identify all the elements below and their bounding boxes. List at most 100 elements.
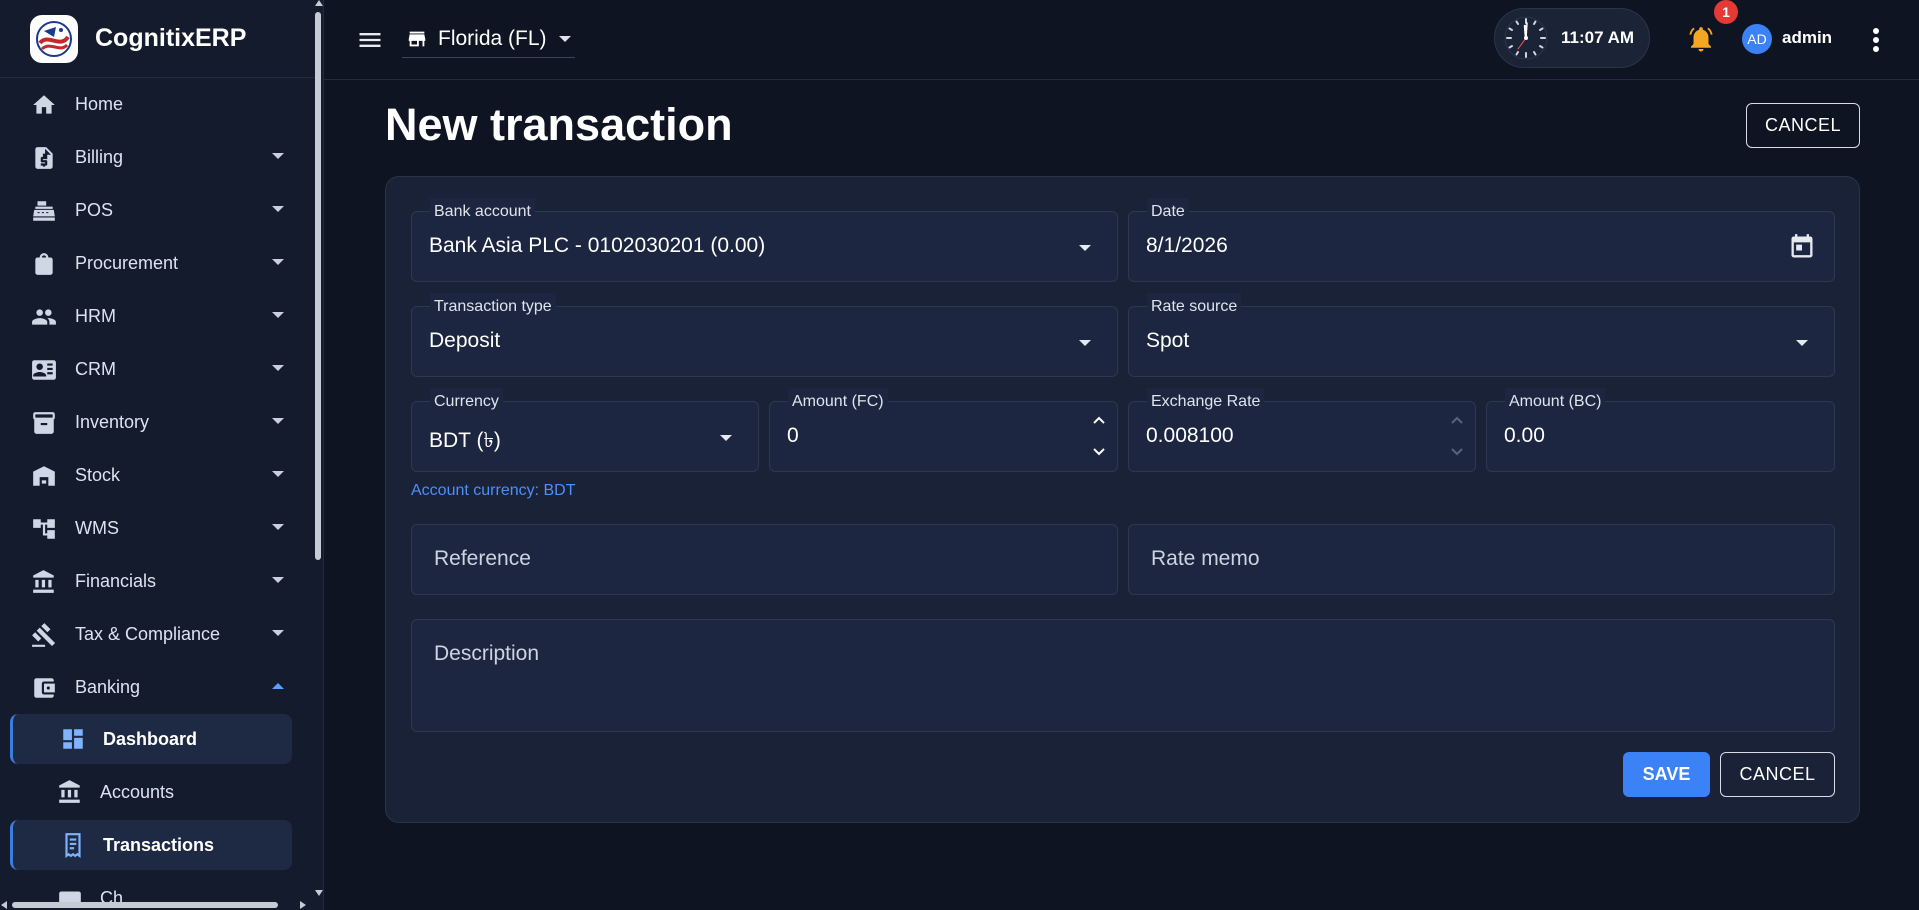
sidebar-item-label: WMS	[75, 518, 119, 538]
sidebar-subitem-dashboard[interactable]: Dashboard	[10, 714, 292, 764]
sidebar-item-label: CRM	[75, 359, 116, 379]
chevron-down-icon	[272, 312, 284, 318]
chevron-down-icon	[272, 418, 284, 424]
sidebar-subitem-accounts[interactable]: Accounts	[10, 767, 292, 817]
cancel-button-top[interactable]: CANCEL	[1746, 103, 1860, 148]
chevron-down-icon	[558, 35, 571, 42]
sidebar-item-banking[interactable]: Banking	[0, 661, 316, 714]
sidebar-item-pos[interactable]: POS	[0, 184, 316, 237]
sidebar-item-inventory[interactable]: Inventory	[0, 396, 316, 449]
field-placeholder: Description	[434, 642, 540, 665]
scroll-down-arrow-icon[interactable]	[315, 890, 323, 896]
number-stepper[interactable]	[1089, 410, 1109, 462]
field-label: Currency	[430, 388, 503, 416]
field-value: BDT (৳)	[429, 429, 501, 452]
scroll-left-arrow-icon[interactable]	[1, 901, 7, 909]
amount-fc-input[interactable]: Amount (FC) 0	[769, 388, 1118, 472]
sidebar-nav: Home Billing POS Procurement HRM CRM Inv…	[0, 78, 316, 910]
field-value: 0.008100	[1146, 424, 1234, 447]
topbar: Florida (FL) 11:07 AM 1 AD admin	[324, 0, 1919, 80]
chevron-down-icon[interactable]	[1449, 444, 1465, 460]
field-label: Amount (FC)	[788, 388, 888, 416]
transaction-type-select[interactable]: Transaction type Deposit	[411, 293, 1118, 377]
brand[interactable]: CognitixERP	[0, 0, 316, 78]
bank-account-select[interactable]: Bank account Bank Asia PLC - 0102030201 …	[411, 198, 1118, 282]
chevron-up-icon[interactable]	[1091, 412, 1107, 428]
sidebar-item-label: Home	[75, 94, 124, 114]
chevron-down-icon	[272, 630, 284, 636]
scrollbar-thumb[interactable]	[315, 12, 321, 560]
sidebar-item-tax-compliance[interactable]: Tax & Compliance	[0, 608, 316, 661]
notification-bell-icon[interactable]	[1686, 24, 1716, 54]
sidebar-item-hrm[interactable]: HRM	[0, 290, 316, 343]
amount-bc-field[interactable]: Amount (BC) 0.00	[1486, 388, 1835, 472]
clock-icon	[1503, 15, 1549, 61]
app-logo	[30, 14, 78, 63]
notification-badge: 1	[1714, 0, 1738, 24]
field-label: Amount (BC)	[1505, 388, 1606, 416]
currency-select[interactable]: Currency BDT (৳)	[411, 388, 759, 472]
receipt-icon	[59, 831, 87, 859]
warehouse-icon	[30, 462, 58, 490]
sidebar-horizontal-scrollbar[interactable]	[0, 898, 314, 910]
field-value: Bank Asia PLC - 0102030201 (0.00)	[429, 234, 766, 257]
sidebar-item-wms[interactable]: WMS	[0, 502, 316, 555]
scrollbar-thumb[interactable]	[12, 902, 278, 908]
sidebar-item-label: Banking	[75, 677, 141, 697]
exchange-rate-input[interactable]: Exchange Rate 0.008100	[1128, 388, 1476, 472]
sidebar-item-crm[interactable]: CRM	[0, 343, 316, 396]
chevron-down-icon	[272, 206, 284, 212]
date-field[interactable]: Date 8/1/2026	[1128, 198, 1835, 282]
field-label: Rate source	[1147, 293, 1242, 321]
store-name: Florida (FL)	[438, 26, 547, 50]
clock-widget: 11:07 AM	[1494, 8, 1650, 68]
sidebar-item-label: HRM	[75, 306, 116, 326]
gavel-icon	[30, 621, 58, 649]
field-label: Transaction type	[430, 293, 556, 321]
dropdown-arrow-icon	[1079, 245, 1091, 251]
chevron-down-icon	[272, 524, 284, 530]
description-textarea[interactable]: Description	[411, 619, 1835, 732]
account-currency-helper: Account currency: BDT	[411, 482, 576, 499]
sidebar-item-label: POS	[75, 200, 114, 220]
sidebar-subitem-transactions[interactable]: Transactions	[10, 820, 292, 870]
scroll-right-arrow-icon[interactable]	[300, 901, 306, 909]
user-name[interactable]: admin	[1782, 28, 1832, 48]
field-label: Bank account	[430, 198, 535, 226]
invoice-dollar-icon	[30, 144, 58, 172]
calendar-icon[interactable]	[1788, 233, 1816, 261]
field-value: 8/1/2026	[1146, 234, 1228, 257]
dashboard-icon	[59, 725, 87, 753]
rate-memo-input[interactable]: Rate memo	[1128, 524, 1835, 595]
save-button[interactable]: SAVE	[1623, 752, 1710, 797]
rate-source-select[interactable]: Rate source Spot	[1128, 293, 1835, 377]
sidebar-item-home[interactable]: Home	[0, 78, 316, 131]
sidebar-item-label: Procurement	[75, 253, 179, 273]
menu-icon[interactable]	[356, 26, 384, 54]
more-vert-icon[interactable]	[1872, 24, 1880, 56]
chevron-down-icon	[272, 259, 284, 265]
chevron-down-icon	[272, 153, 284, 159]
sidebar-subitem-label: Transactions	[103, 834, 215, 855]
field-placeholder: Rate memo	[1151, 547, 1260, 570]
cancel-button[interactable]: CANCEL	[1720, 752, 1835, 797]
field-value: Deposit	[429, 329, 501, 352]
chevron-up-icon[interactable]	[1449, 412, 1465, 428]
scroll-up-arrow-icon[interactable]	[315, 0, 323, 6]
sidebar-item-billing[interactable]: Billing	[0, 131, 316, 184]
sidebar-item-label: Tax & Compliance	[75, 624, 221, 644]
bank-building-icon	[30, 568, 58, 596]
sidebar-vertical-scrollbar[interactable]	[314, 0, 323, 910]
shopping-bag-icon	[30, 250, 58, 278]
sidebar-item-label: Billing	[75, 147, 124, 167]
chevron-down-icon	[272, 365, 284, 371]
sidebar-item-stock[interactable]: Stock	[0, 449, 316, 502]
avatar[interactable]: AD	[1742, 24, 1772, 54]
reference-input[interactable]: Reference	[411, 524, 1118, 595]
store-selector[interactable]: Florida (FL)	[402, 20, 575, 58]
number-stepper[interactable]	[1447, 410, 1467, 462]
chevron-down-icon[interactable]	[1091, 444, 1107, 460]
sidebar-item-procurement[interactable]: Procurement	[0, 237, 316, 290]
sidebar-item-financials[interactable]: Financials	[0, 555, 316, 608]
field-placeholder: Reference	[434, 547, 531, 570]
